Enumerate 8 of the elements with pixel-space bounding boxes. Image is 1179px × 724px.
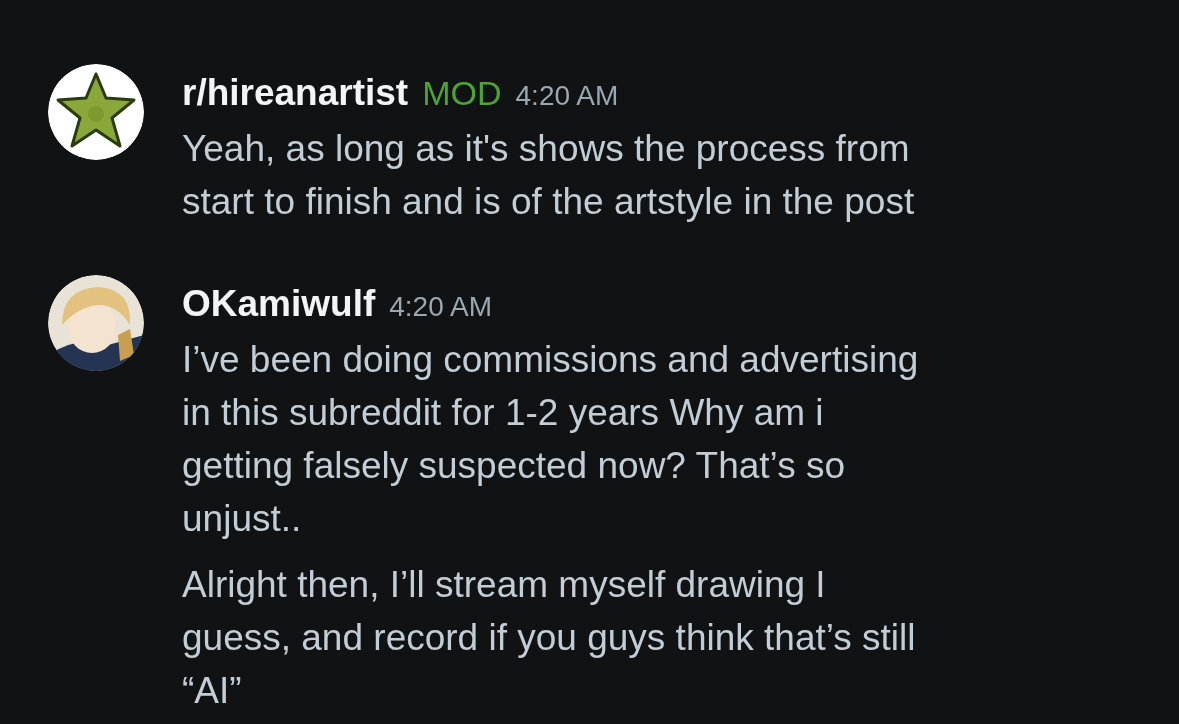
moderator-label: MOD (422, 73, 502, 114)
username[interactable]: OKamiwulf (182, 275, 376, 333)
message-text: Alright then, I’ll stream myself drawing I guess, and record if you guys think that’s still “AI” (182, 563, 917, 713)
timestamp: 4:20 AM (515, 79, 619, 113)
message-text: I’ve been doing commissions and advertising in this subreddit for 1-2 years Why am i getting falsely suspected now? That’s so unjust.. (182, 338, 919, 541)
message-text: Yeah, as long as it's shows the process from start to finish and is of the artstyle in the post (182, 127, 915, 224)
timestamp: 4:20 AM (389, 290, 492, 324)
username[interactable]: r/hireanartist (182, 64, 409, 122)
